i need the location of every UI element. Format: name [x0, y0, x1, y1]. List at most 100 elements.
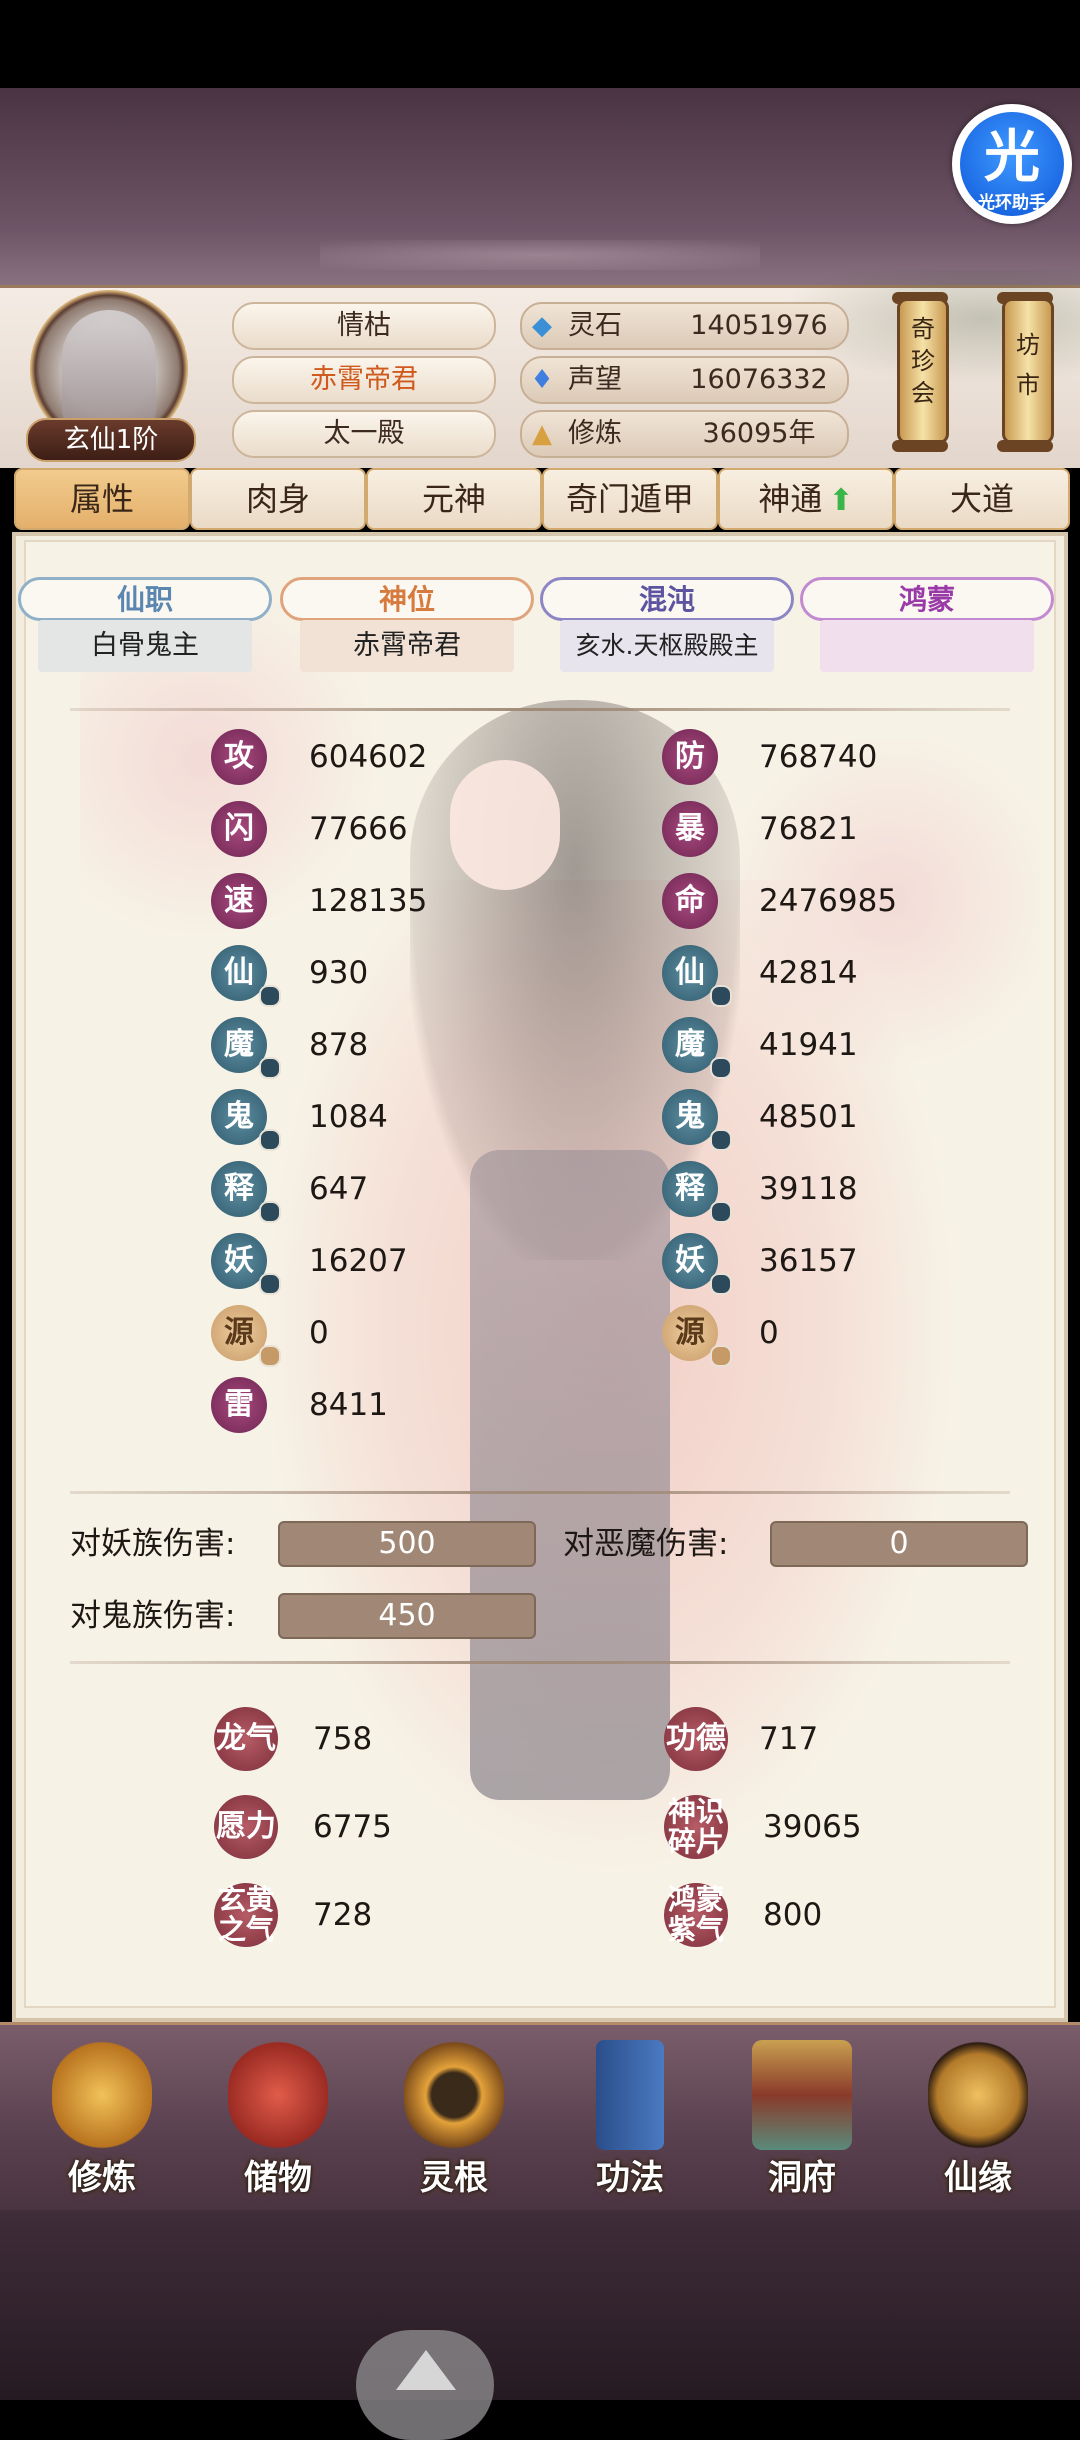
damage-value-box: 500	[278, 1521, 536, 1567]
resource-cultivation: ▲ 修炼 36095年	[520, 410, 849, 458]
realm-badge: 玄仙1阶	[26, 418, 196, 462]
defense-marker-icon	[710, 985, 732, 1007]
defense-marker-icon	[710, 1273, 732, 1295]
resource-label: 灵石	[568, 310, 622, 341]
rank-value-chaos: 亥水.天枢殿殿主	[560, 620, 774, 672]
immortal-atk-value: 930	[309, 955, 369, 991]
ghost-def-value: 48501	[759, 1099, 858, 1135]
speed-icon: 速	[211, 873, 267, 929]
tab-body[interactable]: 肉身	[190, 468, 366, 530]
rank-banner-hongmeng[interactable]: 鸿蒙	[800, 577, 1054, 621]
nav-cultivate[interactable]: 修炼	[22, 2040, 182, 2200]
thunder-icon: 雷	[211, 1377, 267, 1433]
damage-label: 对妖族伤害:	[70, 1526, 236, 1562]
crit-icon: 暴	[662, 801, 718, 857]
resource-prestige: ♦ 声望 16076332	[520, 356, 849, 404]
attack-marker-icon	[259, 1129, 281, 1151]
title-pill-2[interactable]: 赤霄帝君	[232, 356, 496, 404]
attack-marker-icon	[259, 1273, 281, 1295]
title-pill-3[interactable]: 太一殿	[232, 410, 496, 458]
home-arrow-icon	[396, 2350, 456, 2390]
tab-label: 元神	[421, 480, 486, 518]
attack-marker-icon	[259, 1345, 281, 1367]
defense-marker-icon	[710, 1345, 732, 1367]
divider	[70, 708, 1010, 711]
defense-icon: 防	[662, 729, 718, 785]
speed-value: 128135	[309, 883, 428, 919]
resource-label: 声望	[568, 364, 622, 395]
tab-label: 大道	[949, 480, 1014, 518]
tab-label: 属性	[69, 480, 134, 518]
buddha-atk-value: 647	[309, 1171, 369, 1207]
nav-fortune[interactable]: 仙缘	[898, 2040, 1058, 2200]
tab-attributes[interactable]: 属性	[14, 468, 190, 530]
tab-label: 奇门遁甲	[565, 480, 694, 518]
attack-icon: 攻	[211, 729, 267, 785]
tab-dao[interactable]: 大道	[894, 468, 1070, 530]
resource-value: 36095年	[702, 418, 816, 449]
damage-label: 对恶魔伤害:	[563, 1526, 729, 1562]
nav-spirit-root[interactable]: 灵根	[374, 2040, 534, 2200]
scroll-cap	[997, 440, 1053, 452]
rank-banner-chaos[interactable]: 混沌	[540, 577, 794, 621]
dodge-value: 77666	[309, 811, 408, 847]
defense-marker-icon	[710, 1129, 732, 1151]
nav-label: 功法	[596, 2158, 664, 2198]
prestige-icon: ♦	[530, 365, 554, 395]
scroll-cap	[892, 440, 948, 452]
nav-label: 灵根	[420, 2158, 488, 2198]
rank-banner-office[interactable]: 仙职	[18, 577, 272, 621]
tab-spirit[interactable]: 元神	[366, 468, 542, 530]
treasure-fair-scroll-button[interactable]: 奇珍会	[897, 298, 949, 444]
merit-value: 717	[759, 1721, 819, 1757]
top-ornament	[320, 240, 760, 270]
rank-value-hongmeng	[820, 620, 1034, 672]
wish-power-icon: 愿力	[214, 1795, 278, 1859]
dodge-icon: 闪	[211, 801, 267, 857]
nav-storage[interactable]: 储物	[198, 2040, 358, 2200]
spirit-stone-icon: ◆	[532, 311, 552, 341]
thunder-value: 8411	[309, 1387, 388, 1423]
upgrade-arrow-icon: ⬆	[828, 483, 854, 518]
tab-qimen[interactable]: 奇门遁甲	[542, 468, 718, 530]
character-face	[450, 760, 560, 890]
soul-shard-value: 39065	[763, 1809, 862, 1845]
nav-technique[interactable]: 功法	[550, 2040, 710, 2200]
resource-value: 16076332	[690, 364, 828, 395]
immortal-def-value: 42814	[759, 955, 858, 991]
bag-icon	[228, 2040, 328, 2150]
tab-bar: 属性 肉身 元神 奇门遁甲 神通 ⬆ 大道	[14, 468, 1070, 530]
cave-palace-icon	[752, 2040, 852, 2150]
xuanhuang-qi-icon: 玄黄之气	[214, 1883, 278, 1947]
gourd-icon	[928, 2040, 1028, 2150]
divider	[70, 1491, 1010, 1494]
crit-value: 76821	[759, 811, 858, 847]
helper-button[interactable]: 光 光环助手	[952, 104, 1072, 224]
tab-divine-power[interactable]: 神通 ⬆	[718, 468, 894, 530]
nav-cave[interactable]: 洞府	[722, 2040, 882, 2200]
attack-marker-icon	[259, 1057, 281, 1079]
tab-label: 肉身	[245, 480, 310, 518]
defense-marker-icon	[710, 1201, 732, 1223]
bottom-background	[0, 2210, 1080, 2400]
divider	[70, 1661, 1010, 1664]
hongmeng-qi-icon: 鸿蒙紫气	[664, 1883, 728, 1947]
damage-value-box: 0	[770, 1521, 1028, 1567]
rank-value-god: 赤霄帝君	[300, 620, 514, 672]
damage-label: 对鬼族伤害:	[70, 1598, 236, 1634]
wish-power-value: 6775	[313, 1809, 392, 1845]
buddha-def-value: 39118	[759, 1171, 858, 1207]
scroll-label: 坊市	[1016, 331, 1040, 399]
merit-icon: 功德	[664, 1707, 728, 1771]
title-pill-1[interactable]: 情枯	[232, 302, 496, 350]
cultivation-icon: ▲	[532, 419, 552, 449]
market-scroll-button[interactable]: 坊市	[1002, 298, 1054, 444]
resource-label: 修炼	[568, 418, 622, 449]
origin-def-value: 0	[759, 1315, 779, 1351]
helper-icon: 光	[984, 125, 1040, 190]
rank-banner-god[interactable]: 神位	[280, 577, 534, 621]
helper-label: 光环助手	[978, 193, 1046, 213]
scroll-label: 奇珍会	[911, 315, 935, 407]
xuanhuang-qi-value: 728	[313, 1897, 373, 1933]
character-skirt	[470, 1150, 670, 1800]
